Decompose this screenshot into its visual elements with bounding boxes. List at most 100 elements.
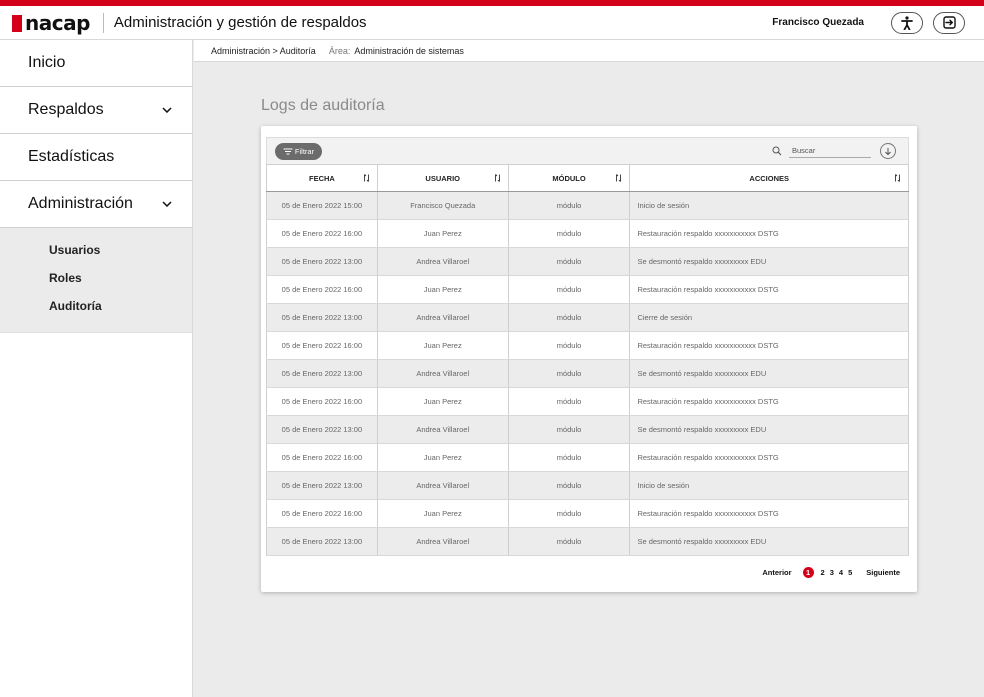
table-row[interactable]: 05 de Enero 2022 13:00 Andrea Villaroel …: [266, 359, 909, 388]
table-row[interactable]: 05 de Enero 2022 16:00 Juan Perez módulo…: [266, 275, 909, 304]
sidebar-item-respaldos[interactable]: Respaldos: [0, 87, 192, 134]
pagination-page-current[interactable]: 1: [802, 567, 814, 578]
cell-usuario: Juan Perez: [377, 387, 509, 416]
search-box: [772, 144, 871, 158]
filter-icon: [283, 148, 293, 155]
column-header-label: MÓDULO: [552, 173, 586, 183]
accessibility-button[interactable]: [891, 11, 923, 34]
cell-modulo: módulo: [508, 275, 631, 304]
submenu-item-usuarios[interactable]: Usuarios: [0, 236, 192, 264]
cell-usuario: Juan Perez: [377, 331, 509, 360]
cell-modulo: módulo: [508, 247, 631, 276]
pagination-page[interactable]: 5: [848, 568, 852, 577]
cell-accion: Restauración respaldo xxxxxxxxxxx DSTG: [629, 219, 909, 248]
column-header-fecha[interactable]: FECHA: [266, 164, 378, 192]
logout-icon: [942, 16, 956, 29]
cell-usuario: Francisco Quezada: [377, 191, 509, 220]
pagination-page[interactable]: 4: [839, 568, 843, 577]
table-row[interactable]: 05 de Enero 2022 16:00 Juan Perez módulo…: [266, 499, 909, 528]
cell-fecha: 05 de Enero 2022 13:00: [266, 359, 378, 388]
table-row[interactable]: 05 de Enero 2022 13:00 Andrea Villaroel …: [266, 415, 909, 444]
table-toolbar: Filtrar: [266, 137, 909, 164]
cell-modulo: módulo: [508, 499, 631, 528]
table-row[interactable]: 05 de Enero 2022 13:00 Andrea Villaroel …: [266, 303, 909, 332]
sidebar-item-label: Respaldos: [28, 101, 104, 118]
table-row[interactable]: 05 de Enero 2022 13:00 Andrea Villaroel …: [266, 471, 909, 500]
sidebar-item-label: Inicio: [28, 54, 66, 71]
pagination-page[interactable]: 2: [821, 568, 825, 577]
sort-icon[interactable]: [494, 174, 501, 182]
breadcrumb-path[interactable]: Administración > Auditoría: [211, 46, 316, 56]
cell-fecha: 05 de Enero 2022 13:00: [266, 415, 378, 444]
search-input[interactable]: [789, 144, 871, 158]
sidebar: Inicio Respaldos Estadísticas Administra…: [0, 40, 193, 697]
table-row[interactable]: 05 de Enero 2022 13:00 Andrea Villaroel …: [266, 527, 909, 556]
cell-usuario: Juan Perez: [377, 499, 509, 528]
area-value: Administración de sistemas: [354, 45, 464, 56]
filter-label: Filtrar: [294, 147, 315, 156]
sort-icon[interactable]: [615, 174, 622, 182]
cell-accion: Restauración respaldo xxxxxxxxxxx DSTG: [629, 499, 909, 528]
user-name: Francisco Quezada: [772, 17, 864, 28]
cell-fecha: 05 de Enero 2022 13:00: [266, 303, 378, 332]
cell-usuario: Andrea Villaroel: [377, 303, 509, 332]
cell-usuario: Andrea Villaroel: [377, 527, 509, 556]
sidebar-item-inicio[interactable]: Inicio: [0, 40, 192, 87]
column-header-label: FECHA: [308, 173, 335, 183]
cell-fecha: 05 de Enero 2022 16:00: [266, 499, 378, 528]
cell-accion: Inicio de sesión: [629, 191, 909, 220]
cell-fecha: 05 de Enero 2022 16:00: [266, 387, 378, 416]
cell-accion: Restauración respaldo xxxxxxxxxxx DSTG: [629, 443, 909, 472]
cell-modulo: módulo: [508, 527, 631, 556]
chevron-down-icon: [162, 107, 172, 113]
administracion-submenu: Usuarios Roles Auditoría: [0, 228, 192, 333]
sort-icon[interactable]: [363, 174, 370, 182]
column-header-label: USUARIO: [425, 173, 461, 183]
cell-fecha: 05 de Enero 2022 15:00: [266, 191, 378, 220]
cell-usuario: Andrea Villaroel: [377, 415, 509, 444]
cell-modulo: módulo: [508, 387, 631, 416]
cell-accion: Cierre de sesión: [629, 303, 909, 332]
cell-accion: Restauración respaldo xxxxxxxxxxx DSTG: [629, 275, 909, 304]
column-header-usuario[interactable]: USUARIO: [377, 164, 509, 192]
cell-fecha: 05 de Enero 2022 16:00: [266, 443, 378, 472]
audit-logs-table: FECHA USUARIO MÓDULO ACCIONES 05 de Ener…: [266, 164, 909, 556]
pagination-next[interactable]: Siguiente: [866, 568, 900, 577]
cell-fecha: 05 de Enero 2022 13:00: [266, 527, 378, 556]
cell-fecha: 05 de Enero 2022 16:00: [266, 331, 378, 360]
table-row[interactable]: 05 de Enero 2022 16:00 Juan Perez módulo…: [266, 219, 909, 248]
logo-text: nacap: [25, 10, 90, 35]
pagination-prev[interactable]: Anterior: [762, 568, 791, 577]
cell-modulo: módulo: [508, 359, 631, 388]
column-header-modulo[interactable]: MÓDULO: [508, 164, 631, 192]
table-row[interactable]: 05 de Enero 2022 15:00 Francisco Quezada…: [266, 191, 909, 220]
cell-fecha: 05 de Enero 2022 13:00: [266, 471, 378, 500]
column-header-acciones[interactable]: ACCIONES: [629, 164, 909, 192]
area-label: Área:: [328, 45, 351, 56]
cell-accion: Se desmontó respaldo xxxxxxxxx EDU: [629, 415, 909, 444]
submenu-item-roles[interactable]: Roles: [0, 264, 192, 292]
sidebar-item-label: Estadísticas: [28, 148, 115, 165]
sidebar-item-administracion[interactable]: Administración: [0, 181, 192, 228]
cell-accion: Restauración respaldo xxxxxxxxxxx DSTG: [629, 387, 909, 416]
submenu-item-auditoria[interactable]: Auditoría: [0, 292, 192, 320]
sort-icon[interactable]: [894, 174, 901, 182]
inacap-logo[interactable]: nacap: [12, 11, 90, 35]
table-row[interactable]: 05 de Enero 2022 13:00 Andrea Villaroel …: [266, 247, 909, 276]
table-row[interactable]: 05 de Enero 2022 16:00 Juan Perez módulo…: [266, 443, 909, 472]
cell-accion: Restauración respaldo xxxxxxxxxxx DSTG: [629, 331, 909, 360]
sidebar-item-estadisticas[interactable]: Estadísticas: [0, 134, 192, 181]
page-title: Logs de auditoría: [261, 97, 385, 114]
cell-accion: Inicio de sesión: [629, 471, 909, 500]
cell-usuario: Juan Perez: [377, 275, 509, 304]
app-header: nacap Administración y gestión de respal…: [0, 6, 984, 40]
chevron-down-icon: [162, 201, 172, 207]
cell-accion: Se desmontó respaldo xxxxxxxxx EDU: [629, 359, 909, 388]
table-row[interactable]: 05 de Enero 2022 16:00 Juan Perez módulo…: [266, 331, 909, 360]
download-button[interactable]: [880, 143, 896, 159]
table-row[interactable]: 05 de Enero 2022 16:00 Juan Perez módulo…: [266, 387, 909, 416]
logout-button[interactable]: [933, 11, 965, 34]
filter-button[interactable]: Filtrar: [275, 143, 322, 160]
cell-accion: Se desmontó respaldo xxxxxxxxx EDU: [629, 527, 909, 556]
pagination-page[interactable]: 3: [830, 568, 834, 577]
